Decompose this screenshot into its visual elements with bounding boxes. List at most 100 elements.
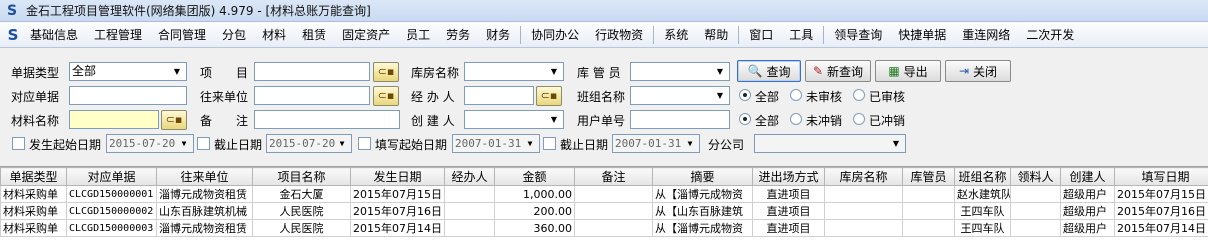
end-date-label: 截止日期: [214, 138, 263, 152]
table-cell: 从【山东百脉建筑: [652, 202, 753, 220]
fill-start-checkbox[interactable]: [358, 137, 371, 150]
item-picker-icon[interactable]: ⊂▪: [373, 62, 399, 82]
menu-separator: [653, 25, 655, 44]
creator-label: 创 建 人: [411, 114, 455, 128]
user-docno-input[interactable]: [630, 110, 730, 129]
column-header[interactable]: 创建人: [1060, 167, 1115, 186]
partner-picker-icon[interactable]: ⊂▪: [373, 86, 399, 106]
start-date-picker[interactable]: 2015-07-20 ▼: [106, 134, 194, 153]
audit-all-radio[interactable]: [739, 89, 751, 101]
column-header[interactable]: 备注: [574, 167, 653, 186]
material-input[interactable]: [69, 110, 159, 129]
magnifier-icon: 🔍: [747, 64, 763, 78]
menu-reconnect[interactable]: 重连网络: [954, 23, 1018, 47]
menu-material[interactable]: 材料: [254, 23, 294, 47]
ref-doc-input[interactable]: [69, 86, 187, 105]
audit-unaudited-label: 未审核: [806, 90, 843, 104]
column-header[interactable]: 填写日期: [1114, 167, 1208, 186]
branch-select[interactable]: ▼: [754, 134, 906, 153]
column-header[interactable]: 金额: [494, 167, 575, 186]
table-cell: 直进项目: [752, 202, 825, 220]
column-header[interactable]: 摘要: [652, 167, 753, 186]
menu-collab-office[interactable]: 协同办公: [523, 23, 587, 47]
menu-fixed-assets[interactable]: 固定资产: [334, 23, 398, 47]
start-date-checkbox[interactable]: [12, 137, 25, 150]
column-header[interactable]: 项目名称: [252, 167, 351, 186]
app-menu-icon[interactable]: S: [4, 26, 22, 44]
menu-project-mgmt[interactable]: 工程管理: [86, 23, 150, 47]
end-date-checkbox[interactable]: [197, 137, 210, 150]
new-query-icon: ✎: [812, 64, 824, 78]
menu-secondary-dev[interactable]: 二次开发: [1018, 23, 1082, 47]
team-label: 班组名称: [577, 90, 626, 104]
keeper-select[interactable]: ▼: [630, 62, 730, 81]
item-label: 项 目: [200, 66, 249, 80]
excel-icon: ▦: [888, 64, 900, 78]
menu-lease[interactable]: 租赁: [294, 23, 334, 47]
chevron-down-icon: ▼: [687, 139, 693, 148]
menu-quick-docs[interactable]: 快捷单据: [890, 23, 954, 47]
doc-type-select[interactable]: 全部 ▼: [69, 62, 187, 81]
new-query-button[interactable]: ✎ 新查询: [805, 60, 871, 82]
offset-unoffset-radio[interactable]: [790, 113, 802, 125]
menu-labor[interactable]: 劳务: [438, 23, 478, 47]
table-cell: 2015年07月15日: [350, 185, 445, 203]
menu-tools[interactable]: 工具: [781, 23, 821, 47]
export-button[interactable]: ▦ 导出: [875, 60, 941, 82]
table-row[interactable]: 材料采购单 CLCGD150000001 淄博元成物资租赁 金石大厦 2015年07月1…: [0, 185, 1208, 203]
menu-help[interactable]: 帮助: [696, 23, 736, 47]
menu-subcontract[interactable]: 分包: [214, 23, 254, 47]
menu-system[interactable]: 系统: [656, 23, 696, 47]
remark-input[interactable]: [254, 110, 400, 129]
table-cell: CLCGD150000003: [66, 219, 157, 237]
material-picker-icon[interactable]: ⊂▪: [161, 110, 187, 130]
chevron-down-icon: ▼: [181, 139, 187, 148]
column-header[interactable]: 发生日期: [350, 167, 445, 186]
table-row[interactable]: 材料采购单 CLCGD150000002 山东百脉建筑机械 人民医院 2015年07月1…: [0, 202, 1208, 220]
menu-admin-supplies[interactable]: 行政物资: [587, 23, 651, 47]
table-cell: [902, 185, 955, 203]
creator-select[interactable]: ▼: [464, 110, 564, 129]
menu-contract-mgmt[interactable]: 合同管理: [150, 23, 214, 47]
offset-all-radio[interactable]: [739, 113, 751, 125]
audit-audited-label: 已审核: [869, 90, 906, 104]
menu-leader-query[interactable]: 领导查询: [826, 23, 890, 47]
column-header[interactable]: 领料人: [1010, 167, 1061, 186]
end-date-picker[interactable]: 2015-07-20 ▼: [266, 134, 352, 153]
item-input[interactable]: [254, 62, 370, 81]
partner-input[interactable]: [254, 86, 370, 105]
column-header[interactable]: 进出场方式: [752, 167, 825, 186]
table-cell: 材料采购单: [0, 202, 67, 220]
table-cell: [574, 219, 653, 237]
column-header[interactable]: 经办人: [444, 167, 495, 186]
column-header[interactable]: 库管员: [902, 167, 955, 186]
remark-label: 备 注: [200, 114, 249, 128]
warehouse-select[interactable]: ▼: [464, 62, 564, 81]
team-select[interactable]: ▼: [630, 86, 730, 105]
menu-basic-info[interactable]: 基础信息: [22, 23, 86, 47]
handler-input[interactable]: [464, 86, 534, 105]
start-date-value: 2015-07-20: [109, 137, 176, 150]
column-header[interactable]: 往来单位: [156, 167, 253, 186]
column-header[interactable]: 班组名称: [954, 167, 1011, 186]
menu-staff[interactable]: 员工: [398, 23, 438, 47]
handler-picker-icon[interactable]: ⊂▪: [536, 86, 562, 106]
table-cell: 超级用户: [1060, 219, 1115, 237]
table-cell: [1010, 185, 1061, 203]
fill-end-picker[interactable]: 2007-01-31 ▼: [612, 134, 700, 153]
fill-end-checkbox[interactable]: [543, 137, 556, 150]
audit-unaudited-radio[interactable]: [790, 89, 802, 101]
menu-finance[interactable]: 财务: [478, 23, 518, 47]
column-header[interactable]: 对应单据: [66, 167, 157, 186]
query-button[interactable]: 🔍 查询: [737, 60, 801, 82]
column-header[interactable]: 单据类型: [0, 167, 67, 186]
table-cell: [574, 202, 653, 220]
menu-window[interactable]: 窗口: [741, 23, 781, 47]
audit-audited-radio[interactable]: [853, 89, 865, 101]
fill-start-picker[interactable]: 2007-01-31 ▼: [452, 134, 540, 153]
fill-start-value: 2007-01-31: [455, 137, 522, 150]
close-button[interactable]: ⇥ 关闭: [945, 60, 1011, 82]
offset-offset-radio[interactable]: [853, 113, 865, 125]
table-row[interactable]: 材料采购单 CLCGD150000003 淄博元成物资租赁 人民医院 2015年07月1…: [0, 219, 1208, 237]
column-header[interactable]: 库房名称: [824, 167, 903, 186]
